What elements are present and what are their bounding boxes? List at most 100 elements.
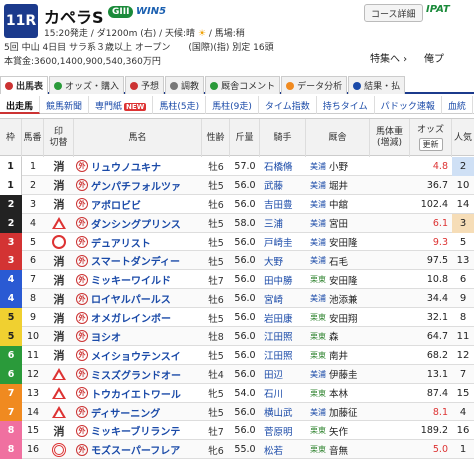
odds-value[interactable]: 64.7 — [410, 327, 452, 346]
trainer-cell[interactable]: 栗東 本林 — [306, 384, 370, 403]
horse-name-cell[interactable]: 外 スマートダンディー — [74, 251, 202, 270]
odds-value[interactable]: 4.8 — [410, 157, 452, 176]
table-row[interactable]: 7 13 外 トウカイエトワール 牝5 54.0 石川 栗東 本林 87.4 1… — [0, 383, 474, 403]
jockey-name[interactable]: 石川 — [260, 384, 306, 403]
trainer-cell[interactable]: 美浦 石毛 — [306, 251, 370, 270]
odds-value[interactable]: 36.7 — [410, 176, 452, 195]
table-row[interactable]: 1 1 消 外 リュウノユキナ 牡6 57.0 石橋脩 美浦 小野 4.8 2 — [0, 157, 474, 176]
odds-value[interactable]: 10.8 — [410, 270, 452, 289]
mark-cell[interactable]: 消 — [44, 195, 74, 214]
jockey-name[interactable]: 横山武 — [260, 403, 306, 422]
trainer-cell[interactable]: 栗東 安田翔 — [306, 308, 370, 327]
mark-cell[interactable] — [44, 365, 74, 384]
horse-name-cell[interactable]: 外 ゲンパチフォルツァ — [74, 176, 202, 195]
horse-name-cell[interactable]: 外 ディサーニング — [74, 403, 202, 422]
table-row[interactable]: 5 10 消 外 ヨシオ 牡8 56.0 江田照 栗東 森 64.7 11 — [0, 327, 474, 346]
trainer-cell[interactable]: 栗東 矢作 — [306, 421, 370, 440]
odds-value[interactable]: 8.1 — [410, 403, 452, 422]
trainer-cell[interactable]: 栗東 安田隆 — [306, 270, 370, 289]
mark-cell[interactable]: 消 — [44, 327, 74, 346]
horse-name-cell[interactable]: 外 オメガレインボー — [74, 308, 202, 327]
subtab-paddock[interactable]: パドック速報 — [375, 96, 442, 114]
feature-link[interactable]: 特集へ › — [370, 50, 407, 65]
mark-cell[interactable] — [44, 233, 74, 252]
table-row[interactable]: 3 6 消 外 スマートダンディー 牡5 56.0 大野 美浦 石毛 97.5 … — [0, 251, 474, 271]
jockey-name[interactable]: 田中勝 — [260, 270, 306, 289]
tab-data-analysis[interactable]: データ分析 — [281, 76, 348, 94]
trainer-cell[interactable]: 栗東 音無 — [306, 440, 370, 459]
jockey-name[interactable]: 江田照 — [260, 346, 306, 365]
jockey-name[interactable]: 石橋脩 — [260, 157, 306, 176]
mark-cell[interactable] — [44, 214, 74, 233]
trainer-cell[interactable]: 美浦 加藤征 — [306, 403, 370, 422]
tab-results[interactable]: 結果・払 — [348, 76, 406, 94]
subtab-past9[interactable]: 馬柱(9走) — [206, 96, 259, 114]
horse-name-cell[interactable]: 外 トウカイエトワール — [74, 384, 202, 403]
table-row[interactable]: 7 14 外 ディサーニング 牡5 56.0 横山武 美浦 加藤征 8.1 4 — [0, 402, 474, 422]
odds-value[interactable]: 189.2 — [410, 421, 452, 440]
trainer-cell[interactable]: 美浦 安田隆 — [306, 233, 370, 252]
odds-value[interactable]: 6.1 — [410, 214, 452, 233]
tab-entries[interactable]: 出馬表 — [0, 76, 49, 94]
horse-name-cell[interactable]: 外 ダンシングプリンス — [74, 214, 202, 233]
subtab-time-index[interactable]: タイム指数 — [259, 96, 317, 114]
horse-name-cell[interactable]: 外 ロイヤルパールス — [74, 289, 202, 308]
trainer-cell[interactable]: 栗東 森 — [306, 327, 370, 346]
tab-odds[interactable]: オッズ・購入 — [49, 76, 125, 94]
trainer-cell[interactable]: 美浦 池添兼 — [306, 289, 370, 308]
mark-cell[interactable]: 消 — [44, 270, 74, 289]
mark-cell[interactable]: 消 — [44, 176, 74, 195]
trainer-cell[interactable]: 美浦 宮田 — [306, 214, 370, 233]
trainer-cell[interactable]: 栗東 南井 — [306, 346, 370, 365]
horse-name-cell[interactable]: 外 アポロビビ — [74, 195, 202, 214]
trainer-cell[interactable]: 美浦 伊藤圭 — [306, 365, 370, 384]
odds-value[interactable]: 9.3 — [410, 233, 452, 252]
jockey-name[interactable]: 江田照 — [260, 327, 306, 346]
subtab-past5[interactable]: 馬柱(5走) — [153, 96, 207, 114]
odds-value[interactable]: 87.4 — [410, 384, 452, 403]
subtab-newspaper[interactable]: 競馬新聞 — [40, 96, 90, 114]
tab-prediction[interactable]: 予想 — [125, 76, 165, 94]
horse-name-cell[interactable]: 外 ミッキーブリランテ — [74, 421, 202, 440]
mark-cell[interactable] — [44, 440, 74, 459]
odds-refresh-button[interactable]: 更新 — [418, 138, 443, 151]
table-row[interactable]: 2 3 消 外 アポロビビ 牡6 56.0 吉田豊 美浦 中舘 102.4 14 — [0, 194, 474, 214]
horse-name-cell[interactable]: 外 デュアリスト — [74, 233, 202, 252]
odds-value[interactable]: 34.4 — [410, 289, 452, 308]
table-row[interactable]: 8 15 消 外 ミッキーブリランテ 牡7 56.0 菅原明 栗東 矢作 189… — [0, 421, 474, 441]
horse-name-cell[interactable]: 外 メイショウテンスイ — [74, 346, 202, 365]
mark-cell[interactable]: 消 — [44, 346, 74, 365]
odds-value[interactable]: 13.1 — [410, 365, 452, 384]
trainer-cell[interactable]: 美浦 小野 — [306, 157, 370, 176]
table-row[interactable]: 2 4 外 ダンシングプリンス 牡5 58.0 三浦 美浦 宮田 6.1 3 — [0, 213, 474, 233]
jockey-name[interactable]: 松若 — [260, 440, 306, 459]
table-row[interactable]: 1 2 消 外 ゲンパチフォルツァ 牡5 56.0 武藤 美浦 堀井 36.7 … — [0, 175, 474, 195]
jockey-name[interactable]: 三浦 — [260, 214, 306, 233]
course-detail-button[interactable]: コース詳細 — [364, 4, 423, 22]
mark-cell[interactable]: 消 — [44, 421, 74, 440]
mark-cell[interactable]: 消 — [44, 289, 74, 308]
odds-value[interactable]: 5.0 — [410, 440, 452, 459]
table-row[interactable]: 6 12 外 ミスズグランドオー 牡4 56.0 田辺 美浦 伊藤圭 13.1 … — [0, 364, 474, 384]
odds-value[interactable]: 102.4 — [410, 195, 452, 214]
table-row[interactable]: 5 9 消 外 オメガレインボー 牡5 56.0 岩田康 栗東 安田翔 32.1… — [0, 308, 474, 328]
jockey-name[interactable]: 田辺 — [260, 365, 306, 384]
odds-value[interactable]: 32.1 — [410, 308, 452, 327]
jockey-name[interactable]: 戸崎圭 — [260, 233, 306, 252]
table-row[interactable]: 3 5 外 デュアリスト 牡5 56.0 戸崎圭 美浦 安田隆 9.3 5 — [0, 232, 474, 252]
subtab-pedigree[interactable]: 血統 — [442, 96, 473, 114]
mark-cell[interactable] — [44, 403, 74, 422]
table-row[interactable]: 4 8 消 外 ロイヤルパールス 牡6 56.0 宮崎 美浦 池添兼 34.4 … — [0, 289, 474, 309]
table-row[interactable]: 6 11 消 外 メイショウテンスイ 牡5 56.0 江田照 栗東 南井 68.… — [0, 345, 474, 365]
odds-value[interactable]: 68.2 — [410, 346, 452, 365]
horse-name-cell[interactable]: 外 リュウノユキナ — [74, 157, 202, 176]
subtab-entries[interactable]: 出走馬 — [0, 96, 41, 114]
ipat-link[interactable]: IPAT — [426, 4, 450, 15]
horse-name-cell[interactable]: 外 モズスーパーフレア — [74, 440, 202, 459]
mark-cell[interactable]: 消 — [44, 308, 74, 327]
jockey-name[interactable]: 大野 — [260, 251, 306, 270]
jockey-name[interactable]: 吉田豊 — [260, 195, 306, 214]
horse-name-cell[interactable]: 外 ミッキーワイルド — [74, 270, 202, 289]
jockey-name[interactable]: 菅原明 — [260, 421, 306, 440]
my-pick-link[interactable]: 俺プ — [424, 50, 444, 65]
